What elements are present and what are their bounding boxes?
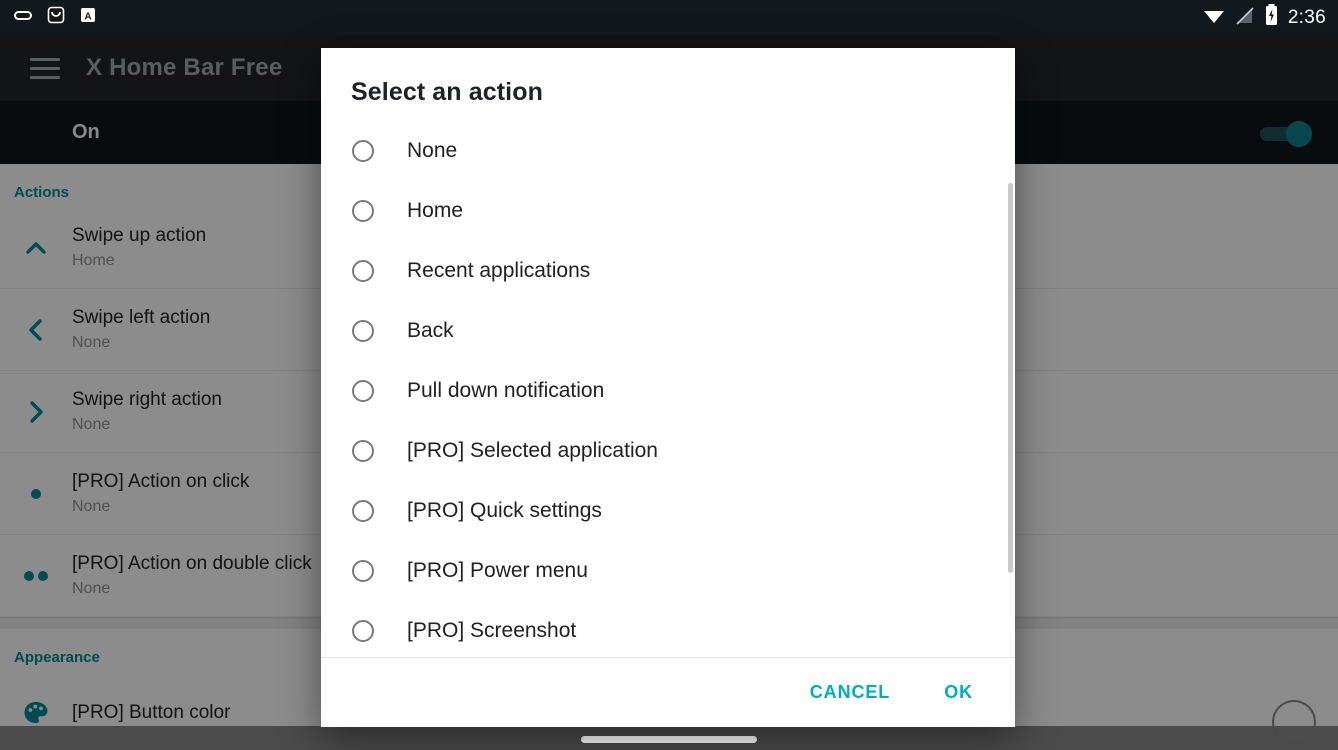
status-bar-system-icons: 2:36 [1202,3,1326,32]
dialog-scrollbar[interactable] [1008,183,1013,573]
cancel-button[interactable]: CANCEL [796,672,904,713]
pref-title: [PRO] Button color [72,701,231,723]
option-label: [PRO] Power menu [407,559,588,582]
radio-button-icon[interactable] [352,380,374,402]
option-pull-down-notification[interactable]: Pull down notification [321,361,1015,421]
option-label: Back [407,319,454,342]
inbox-icon [45,4,67,31]
pref-title: Swipe up action [72,225,207,246]
master-switch-toggle[interactable] [1260,118,1312,148]
dialog-title: Select an action [351,78,543,106]
option-label: None [407,139,458,162]
option-screenshot[interactable]: [PRO] Screenshot [321,601,1015,657]
option-label: Pull down notification [407,379,605,402]
single-dot-icon [0,479,72,509]
option-none[interactable]: None [321,121,1015,181]
pref-value: None [72,334,111,351]
pref-value: None [72,498,111,515]
chevron-right-icon [0,397,72,427]
radio-button-icon[interactable] [352,140,374,162]
double-dot-icon [0,561,72,591]
battery-charging-icon [1264,3,1279,32]
circle-outline-icon[interactable] [1272,700,1316,744]
home-pill-icon[interactable] [581,736,757,743]
option-back[interactable]: Back [321,301,1015,361]
app-title: X Home Bar Free [86,54,283,81]
status-bar: A 2:36 [0,0,1338,35]
pref-value: None [72,416,111,433]
option-selected-application[interactable]: [PRO] Selected application [321,421,1015,481]
radio-button-icon[interactable] [352,440,374,462]
action-options-list[interactable]: None Home Recent applications Back Pull … [321,121,1015,657]
signal-off-icon [1235,4,1255,31]
switch-thumb [1286,120,1312,147]
status-bar-clock: 2:36 [1287,6,1326,28]
capsule-icon [12,4,34,31]
select-action-dialog: Select an action None Home Recent applic… [321,48,1015,727]
palette-icon [0,698,72,728]
pref-title: [PRO] Action on double click [72,553,312,574]
status-bar-notifications: A [12,4,98,31]
pref-value: Home [72,252,115,269]
option-home[interactable]: Home [321,181,1015,241]
pref-title: [PRO] Action on click [72,471,250,492]
radio-button-icon[interactable] [352,200,374,222]
android-screen: A 2:36 X Home Bar Free On Actions Swipe … [0,0,1338,750]
option-power-menu[interactable]: [PRO] Power menu [321,541,1015,601]
radio-button-icon[interactable] [352,560,374,582]
radio-button-icon[interactable] [352,620,374,642]
svg-text:A: A [84,12,91,23]
radio-button-icon[interactable] [352,260,374,282]
option-label: [PRO] Selected application [407,439,658,462]
option-label: [PRO] Screenshot [407,619,577,642]
option-recent-applications[interactable]: Recent applications [321,241,1015,301]
ok-button[interactable]: OK [930,672,987,713]
navigation-bar [0,726,1338,750]
master-switch-label: On [72,121,100,143]
wifi-icon [1202,4,1226,31]
chevron-left-icon [0,315,72,345]
dialog-action-buttons: CANCEL OK [321,658,1015,727]
option-label: Recent applications [407,259,591,282]
letter-a-icon: A [78,5,98,30]
option-label: [PRO] Quick settings [407,499,602,522]
radio-button-icon[interactable] [352,500,374,522]
option-label: Home [407,199,464,222]
pref-title: Swipe right action [72,389,222,410]
pref-title: Swipe left action [72,307,211,328]
pref-value: None [72,580,111,597]
option-quick-settings[interactable]: [PRO] Quick settings [321,481,1015,541]
chevron-up-icon [0,233,72,263]
radio-button-icon[interactable] [352,320,374,342]
hamburger-menu-icon[interactable] [30,57,60,79]
